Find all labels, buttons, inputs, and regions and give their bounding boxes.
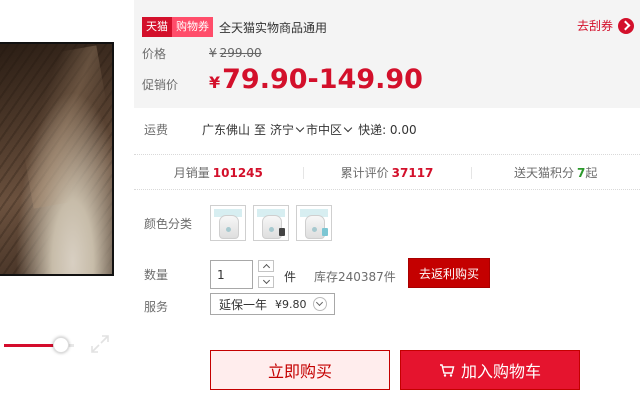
buy-now-label: 立即购买 <box>267 362 332 381</box>
promo-price: ¥ 79.90-149.90 <box>209 64 423 95</box>
review-count-value: 37117 <box>391 165 434 180</box>
product-info-panel: 天猫 购物券 全天猫实物商品通用 去刮券 价格 ¥299.00 促销价 ¥ 79… <box>134 0 640 400</box>
cart-icon <box>439 364 455 377</box>
color-option-label: 颜色分类 <box>144 217 193 231</box>
coupon-row: 天猫 购物券 全天猫实物商品通用 <box>142 17 327 37</box>
price-promo-box: 天猫 购物券 全天猫实物商品通用 去刮券 价格 ¥299.00 促销价 ¥ 79… <box>134 0 640 108</box>
stats-bar: 月销量 101245 累计评价 37117 送天猫积分 7起 <box>134 154 640 190</box>
chevron-down-icon <box>295 123 305 133</box>
monthly-sales-value: 101245 <box>212 165 263 180</box>
promo-price-currency: ¥ <box>209 73 221 92</box>
city-select[interactable]: 济宁 <box>270 121 306 138</box>
district-value: 市中区 <box>306 123 343 137</box>
thumbnail-strip <box>0 388 114 400</box>
buy-now-button[interactable]: 立即购买 <box>210 350 390 390</box>
review-count[interactable]: 累计评价 37117 <box>302 164 472 181</box>
tmall-points-label: 送天猫积分 <box>513 165 574 180</box>
original-price-value: 299.00 <box>219 46 262 60</box>
get-coupon-link[interactable]: 去刮券 <box>577 17 634 34</box>
product-media <box>0 0 114 400</box>
accessory-image <box>322 228 328 236</box>
add-to-cart-button[interactable]: 加入购物车 <box>400 350 580 390</box>
video-controls <box>0 322 114 368</box>
arrow-right-icon <box>618 17 634 34</box>
service-name: 延保一年 <box>219 297 268 312</box>
remote-image <box>279 228 285 236</box>
rebate-buy-button[interactable]: 去返利购买 <box>408 258 490 288</box>
ship-from: 广东佛山 <box>202 123 251 137</box>
coupon-description: 全天猫实物商品通用 <box>219 20 328 35</box>
product-video[interactable] <box>0 42 114 276</box>
humidifier-image <box>219 215 239 239</box>
promo-price-label: 促销价 <box>142 78 179 92</box>
original-price-currency: ¥ <box>209 46 217 60</box>
original-price-label: 价格 <box>142 47 167 61</box>
color-swatch-3[interactable] <box>296 205 332 241</box>
coupon-tag: 购物券 <box>172 17 213 37</box>
color-swatches <box>210 205 332 241</box>
district-select[interactable]: 市中区 <box>306 121 354 138</box>
shipping-row: 运费 广东佛山 至 济宁 市中区 快递: 0.00 <box>144 121 417 138</box>
expand-icon[interactable] <box>88 332 112 356</box>
tmall-points-suffix: 起 <box>585 165 598 180</box>
chevron-down-icon <box>312 297 327 311</box>
quantity-decrease-button[interactable] <box>258 276 274 288</box>
original-price: ¥299.00 <box>209 46 262 60</box>
quantity-label: 数量 <box>144 268 169 282</box>
video-progress-knob[interactable] <box>53 337 69 353</box>
stock-count: 库存240387件 <box>314 270 396 284</box>
city-value: 济宁 <box>270 123 295 137</box>
tmall-tag: 天猫 <box>142 17 172 37</box>
monthly-sales: 月销量 101245 <box>134 164 303 181</box>
chevron-down-icon <box>343 123 353 133</box>
get-coupon-label: 去刮券 <box>576 19 613 33</box>
ship-to-word: 至 <box>254 123 267 137</box>
express-fee: 快递: 0.00 <box>358 123 417 137</box>
quantity-input[interactable] <box>210 260 253 289</box>
shipping-label: 运费 <box>144 123 169 137</box>
quantity-unit: 件 <box>284 270 297 284</box>
service-label: 服务 <box>144 300 169 314</box>
service-select[interactable]: 延保一年 ¥9.80 <box>210 293 335 315</box>
service-price: ¥9.80 <box>275 297 307 311</box>
color-swatch-2[interactable] <box>253 205 289 241</box>
quantity-increase-button[interactable] <box>258 260 274 272</box>
review-count-label: 累计评价 <box>340 165 389 180</box>
add-to-cart-label: 加入购物车 <box>460 362 541 381</box>
video-progress-fill <box>4 344 60 347</box>
color-swatch-1[interactable] <box>210 205 246 241</box>
monthly-sales-label: 月销量 <box>173 165 210 180</box>
tmall-points: 送天猫积分 7起 <box>471 164 640 181</box>
promo-price-value: 79.90-149.90 <box>222 64 423 95</box>
